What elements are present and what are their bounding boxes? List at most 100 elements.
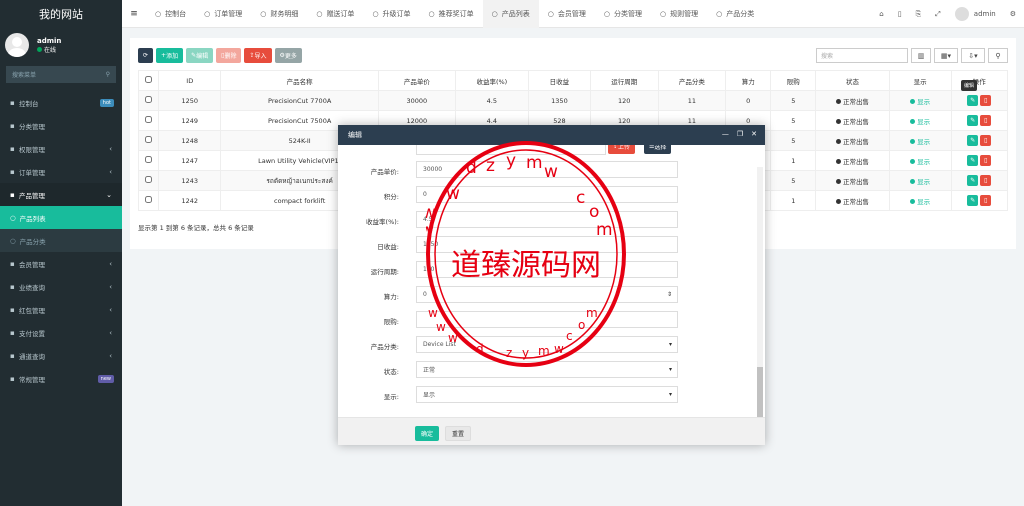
menu-toggle-icon[interactable]: ≡ xyxy=(122,9,146,19)
delete-button[interactable]: ▯ 删除 xyxy=(216,48,242,63)
sidebar-item[interactable]: ▪ 控制台 hot xyxy=(0,91,122,114)
row-delete-button[interactable]: ▯ xyxy=(980,155,992,166)
cell-value: 1 xyxy=(791,196,796,205)
image-field[interactable] xyxy=(416,145,606,155)
sidebar-item[interactable]: ▪ 会员管理 ‹ xyxy=(0,252,122,275)
cell-value: 120 xyxy=(618,96,631,105)
field-input[interactable]: 4.5 xyxy=(416,211,678,228)
field-input[interactable]: 正常 ▾ xyxy=(416,361,678,378)
user-menu[interactable]: admin xyxy=(954,7,996,21)
close-icon[interactable]: ✕ xyxy=(751,130,757,138)
top-tab[interactable]: ○ 推荐奖订单 xyxy=(420,0,483,28)
field-input[interactable] xyxy=(416,311,678,328)
row-checkbox[interactable] xyxy=(137,90,160,111)
trash-icon[interactable]: ▯ xyxy=(898,10,902,18)
add-button[interactable]: + 添加 xyxy=(156,48,184,63)
menu-icon: ▪ xyxy=(10,374,15,383)
sidebar-item[interactable]: ▪ 分类管理 xyxy=(0,114,122,137)
table-cell: 显示 xyxy=(888,190,952,211)
sidebar-item[interactable]: ▪ 常规管理 new xyxy=(0,367,122,390)
row-checkbox[interactable] xyxy=(137,130,160,151)
top-tab[interactable]: ○ 产品列表 xyxy=(482,0,539,28)
top-tab[interactable]: ○ 会员管理 xyxy=(539,0,595,28)
import-button[interactable]: ⇪ 导入 xyxy=(244,48,272,63)
sidebar-item-product-list[interactable]: ○ 产品列表 xyxy=(0,206,122,229)
reset-button[interactable]: 重置 xyxy=(445,426,472,441)
field-input[interactable]: 120 xyxy=(416,261,678,278)
sidebar-item[interactable]: ▪ 业绩查询 ‹ xyxy=(0,275,122,298)
minimize-icon[interactable]: — xyxy=(722,130,729,138)
sidebar-item[interactable]: ▪ 支付设置 ‹ xyxy=(0,321,122,344)
top-tab[interactable]: ○ 分类管理 xyxy=(595,0,651,28)
sidebar-item[interactable]: ▪ 订单管理 ‹ xyxy=(0,160,122,183)
row-actions: ✎ ▯ xyxy=(950,170,1009,191)
row-edit-button[interactable]: ✎ xyxy=(967,175,979,186)
cell-value: 524K-II xyxy=(288,136,311,145)
home-icon[interactable]: ⌂ xyxy=(879,10,883,18)
field-input[interactable]: 0 ⇕ xyxy=(416,286,678,303)
toggle-view-icon[interactable]: ▥ xyxy=(911,48,931,63)
fullscreen-icon[interactable]: ⤢ xyxy=(935,10,941,19)
maximize-icon[interactable]: ❐ xyxy=(737,130,743,138)
settings-icon[interactable]: ⚙ xyxy=(1010,10,1016,18)
top-tab[interactable]: ○ 控制台 xyxy=(146,0,195,28)
select-all-checkbox[interactable] xyxy=(137,70,160,91)
table-row[interactable]: 1250 PrecisionCut 7700A 30000 4.5 1350 120 11 0… xyxy=(137,90,1009,111)
confirm-button[interactable]: 确定 xyxy=(415,426,440,441)
search-icon[interactable]: ⚲ xyxy=(988,48,1008,63)
translate-icon[interactable]: ⎘ xyxy=(916,10,922,19)
refresh-button[interactable]: ⟳ xyxy=(138,48,154,63)
chevron-down-icon[interactable]: ▾ xyxy=(669,391,672,398)
row-checkbox[interactable] xyxy=(137,150,160,171)
sidebar-item[interactable]: ▪ 权限管理 ‹ xyxy=(0,137,122,160)
field-value: 30000 xyxy=(423,166,443,173)
top-tab[interactable]: ○ 规则管理 xyxy=(651,0,707,28)
columns-icon[interactable]: ▦▾ xyxy=(934,48,958,63)
table-cell: 显示 xyxy=(888,170,952,191)
upload-button[interactable]: ⇪ 上传 xyxy=(608,145,636,154)
row-edit-button[interactable]: ✎ xyxy=(967,95,979,106)
field-input[interactable]: 0 xyxy=(416,186,678,203)
sidebar-search-input[interactable]: 搜索菜单 ⚲ xyxy=(6,66,116,83)
sidebar-item[interactable]: ▪ 红包管理 ‹ xyxy=(0,298,122,321)
top-tab[interactable]: ○ 产品分类 xyxy=(707,0,763,28)
top-tab[interactable]: ○ 财务明细 xyxy=(251,0,307,28)
top-tab[interactable]: ○ 升级订单 xyxy=(363,0,419,28)
sidebar-item[interactable]: ▪ 通道查询 ‹ xyxy=(0,344,122,367)
more-button[interactable]: ⚙ 更多 xyxy=(274,48,302,63)
cell-value: PrecisionCut 7500A xyxy=(268,116,332,125)
sidebar-item-product-category[interactable]: ○ 产品分类 xyxy=(0,229,122,252)
row-edit-button[interactable]: ✎ xyxy=(967,195,979,206)
sidebar-item[interactable]: ▪ 产品管理 ⌄ xyxy=(0,183,122,206)
export-icon[interactable]: ⇩▾ xyxy=(961,48,985,63)
row-checkbox[interactable] xyxy=(137,110,160,131)
cell-value: 11 xyxy=(687,96,696,105)
row-delete-button[interactable]: ▯ xyxy=(980,195,992,206)
row-delete-button[interactable]: ▯ xyxy=(980,135,992,146)
brand-title[interactable]: 我的网站 xyxy=(0,0,122,28)
table-cell: 正常出售 xyxy=(815,190,890,211)
field-input[interactable]: 1350 xyxy=(416,236,678,253)
table-search-input[interactable]: 搜索 xyxy=(816,48,908,63)
row-delete-button[interactable]: ▯ xyxy=(980,115,992,126)
field-input[interactable]: Device List ▾ xyxy=(416,336,678,353)
choose-button[interactable]: ☰ 选择 xyxy=(644,145,672,154)
row-checkbox[interactable] xyxy=(137,170,160,191)
row-actions: ✎ ▯ xyxy=(950,130,1009,151)
row-edit-button[interactable]: ✎ xyxy=(967,155,979,166)
row-delete-button[interactable]: ▯ xyxy=(980,175,992,186)
search-icon: ⚲ xyxy=(105,71,110,78)
chevron-down-icon[interactable]: ▾ xyxy=(669,366,672,373)
field-input[interactable]: 30000 xyxy=(416,161,678,178)
top-tab[interactable]: ○ 订单管理 xyxy=(195,0,251,28)
row-edit-button[interactable]: ✎ xyxy=(967,115,979,126)
field-input[interactable]: 显示 ▾ xyxy=(416,386,678,403)
edit-button[interactable]: ✎ 编辑 xyxy=(186,48,214,63)
row-edit-button[interactable]: ✎ xyxy=(967,135,979,146)
row-delete-button[interactable]: ▯ xyxy=(980,95,992,106)
row-checkbox[interactable] xyxy=(137,190,160,211)
table-cell: PrecisionCut 7700A xyxy=(220,90,380,111)
chevron-down-icon[interactable]: ▾ xyxy=(669,341,672,348)
stepper-icon[interactable]: ⇕ xyxy=(667,291,672,298)
top-tab[interactable]: ○ 赠送订单 xyxy=(307,0,363,28)
